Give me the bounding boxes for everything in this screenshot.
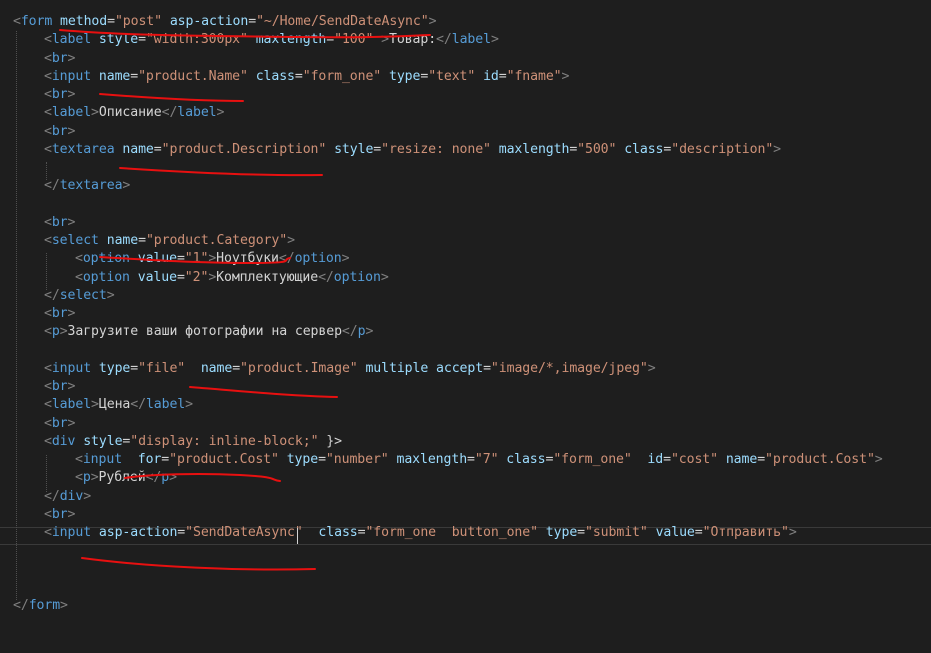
annotation-underline-submit xyxy=(81,557,316,571)
annotation-underline-image xyxy=(189,386,338,398)
annotation-strike-option xyxy=(99,256,291,265)
annotation-underline-name xyxy=(99,93,244,102)
code-editor[interactable]: <form method="post" asp-action="~/Home/S… xyxy=(0,0,931,653)
annotation-underline-cost xyxy=(124,473,281,482)
annotation-underline-form xyxy=(59,29,431,39)
annotation-underline-description xyxy=(119,167,323,177)
red-annotation-layer xyxy=(59,29,431,571)
